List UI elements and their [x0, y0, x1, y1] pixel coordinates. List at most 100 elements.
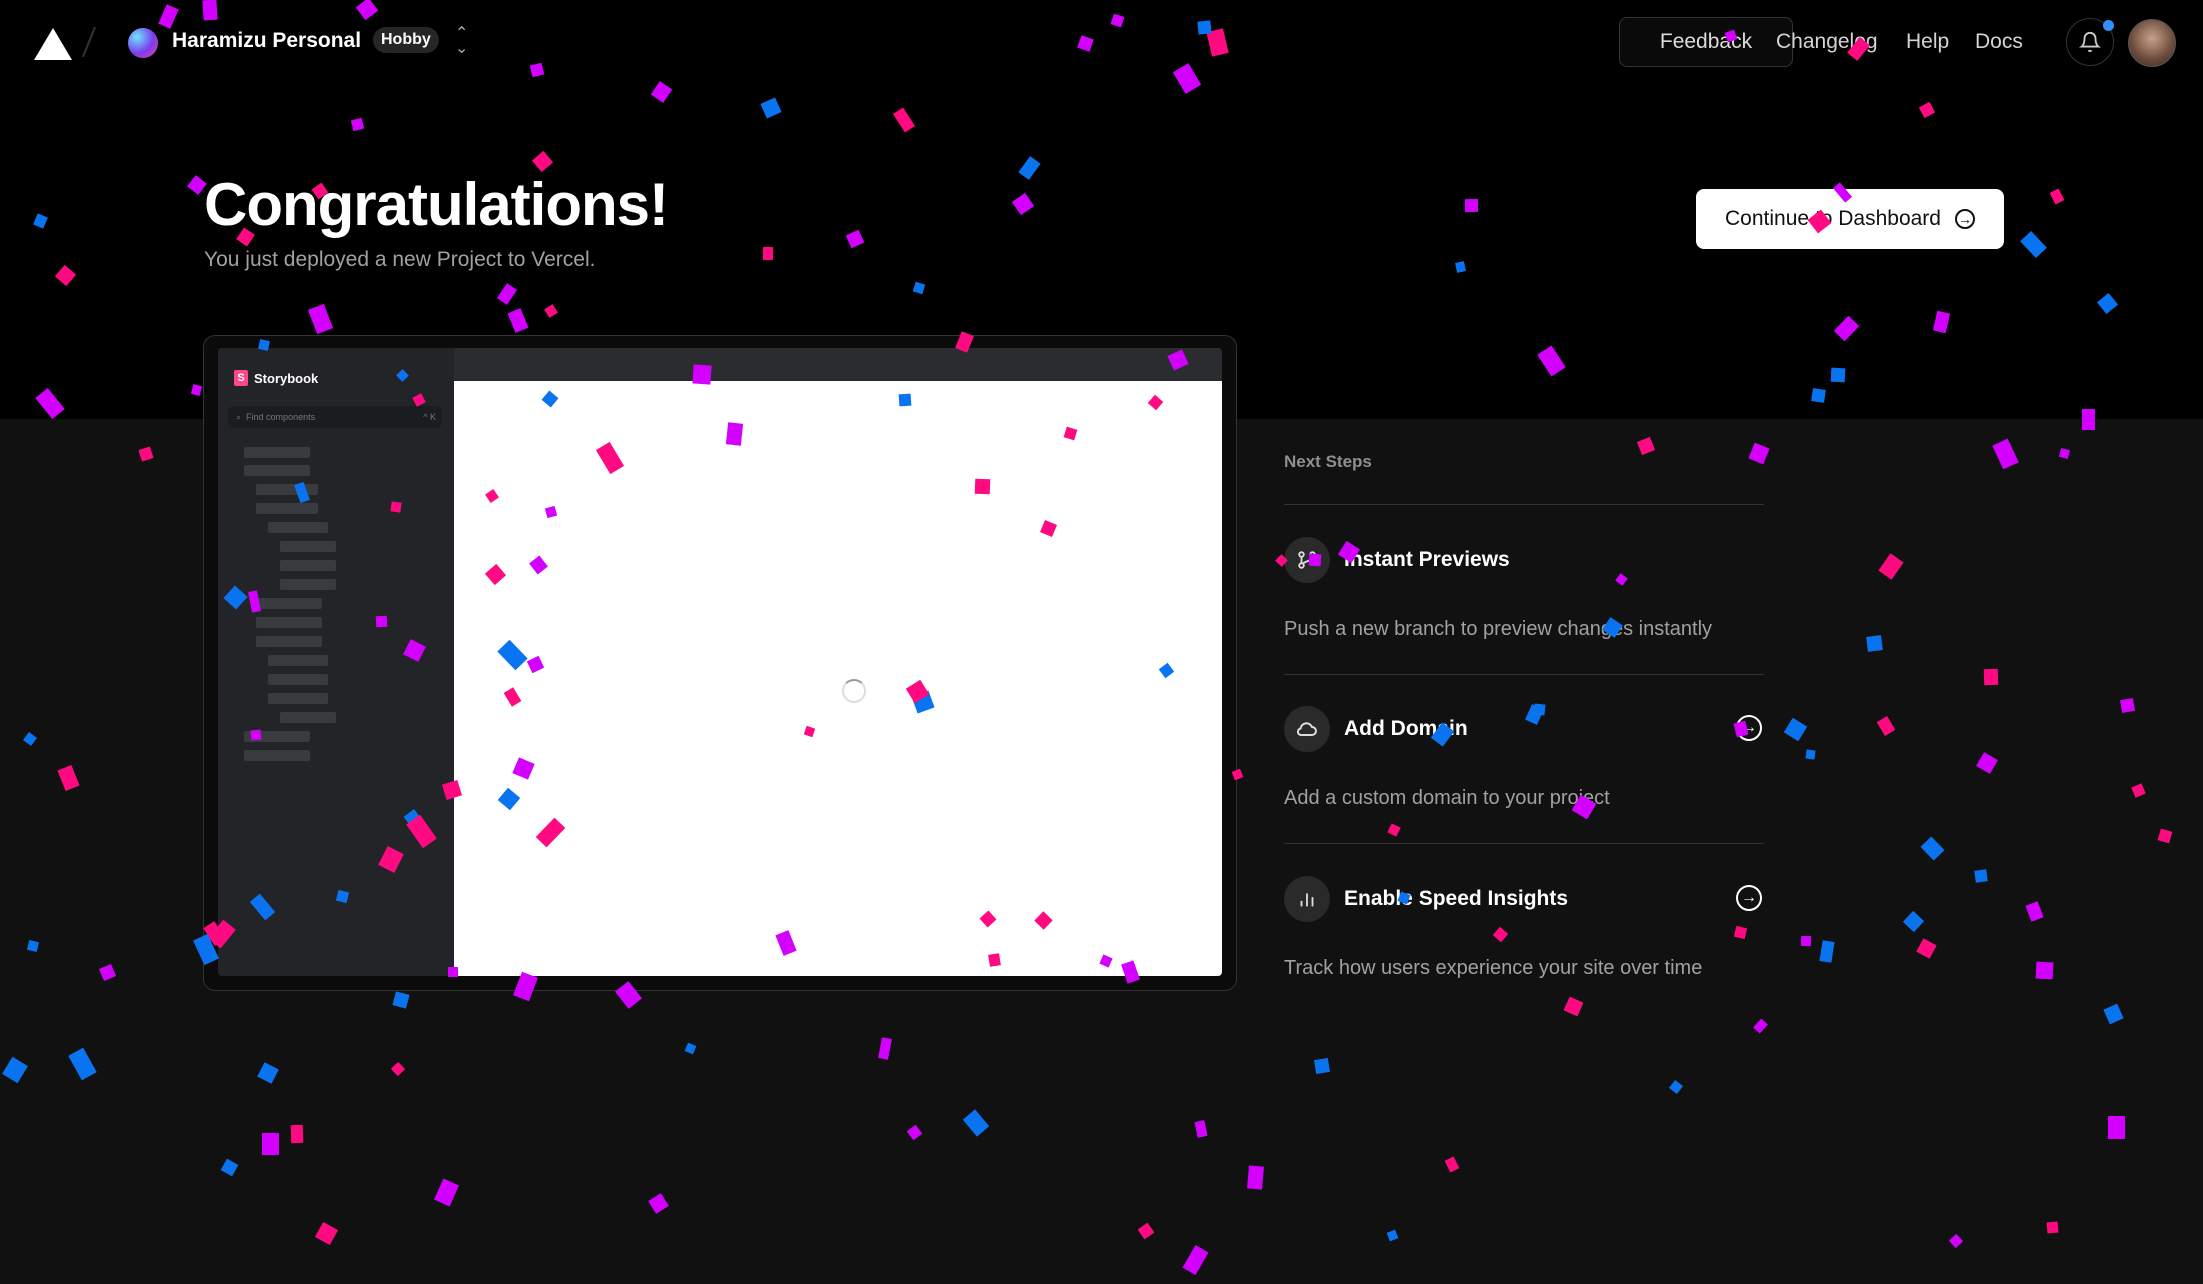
cloud-icon: [1284, 706, 1330, 752]
confetti-piece: [1492, 926, 1509, 943]
notification-dot: [2103, 20, 2114, 31]
sidebar-placeholder: [280, 712, 336, 723]
instant-previews-description: Push a new branch to preview changes ins…: [1284, 618, 1713, 640]
changelog-link[interactable]: Changelog: [1776, 30, 1878, 54]
sidebar-placeholder: [256, 484, 318, 495]
preview-toolbar: [454, 348, 1222, 381]
confetti-piece: [1876, 716, 1896, 736]
confetti-piece: [2059, 448, 2070, 459]
vercel-logo-icon[interactable]: [34, 28, 72, 60]
help-link[interactable]: Help: [1906, 30, 1949, 54]
confetti-piece: [648, 1193, 669, 1214]
search-placeholder: Find components: [246, 412, 316, 422]
page-subtitle: You just deployed a new Project to Verce…: [204, 248, 596, 271]
confetti-piece: [684, 1042, 697, 1055]
confetti-piece: [220, 1158, 239, 1177]
arrow-right-circle-icon: →: [1954, 209, 1975, 229]
storybook-sidebar: S Storybook ⌕ Find components ^ K: [218, 348, 454, 976]
arrow-right-circle-icon: →: [1736, 885, 1762, 911]
confetti-piece: [57, 764, 80, 792]
confetti-piece: [98, 963, 117, 982]
add-domain-title[interactable]: Add Domain: [1344, 717, 1468, 741]
git-branch-icon: [1284, 537, 1330, 583]
confetti-piece: [2025, 901, 2044, 922]
breadcrumb-separator: [82, 26, 96, 58]
confetti-piece: [1525, 704, 1544, 725]
team-name[interactable]: Haramizu Personal: [172, 29, 361, 53]
confetti-piece: [1878, 553, 1904, 580]
confetti-piece: [1800, 935, 1812, 947]
speed-insights-title[interactable]: Enable Speed Insights: [1344, 887, 1568, 911]
confetti-piece: [1668, 1079, 1684, 1095]
deployment-preview[interactable]: S Storybook ⌕ Find components ^ K: [203, 335, 1237, 991]
confetti-piece: [1916, 938, 1937, 959]
feedback-button[interactable]: Feedback: [1619, 17, 1793, 67]
sidebar-placeholder: [280, 579, 336, 590]
confetti-piece: [390, 1061, 406, 1077]
confetti-piece: [1563, 996, 1584, 1017]
add-domain-description: Add a custom domain to your project: [1284, 787, 1610, 809]
page-title: Congratulations!: [204, 171, 669, 238]
confetti-piece: [1976, 752, 1998, 774]
confetti-piece: [1386, 1229, 1399, 1242]
sidebar-placeholder: [256, 636, 322, 647]
instant-previews-title[interactable]: Instant Previews: [1344, 548, 1510, 572]
loading-spinner-icon: [842, 679, 866, 703]
confetti-piece: [26, 939, 40, 953]
confetti-piece: [1194, 1120, 1208, 1138]
confetti-piece: [1866, 635, 1883, 652]
confetti-piece: [1974, 869, 1988, 883]
add-domain-arrow[interactable]: →: [1736, 715, 1762, 741]
sidebar-placeholder: [280, 541, 336, 552]
confetti-piece: [257, 1062, 279, 1084]
preview-screenshot: S Storybook ⌕ Find components ^ K: [218, 348, 1222, 976]
confetti-piece: [1753, 1018, 1768, 1034]
confetti-piece: [1615, 573, 1628, 586]
search-shortcut: ^ K: [423, 412, 436, 422]
plan-badge: Hobby: [373, 27, 439, 53]
chevron-up-down-icon[interactable]: ⌃ ⌄: [455, 26, 468, 57]
confetti-piece: [1182, 1244, 1209, 1276]
arrow-right-circle-icon: →: [1736, 715, 1762, 741]
sidebar-placeholder: [244, 465, 310, 476]
confetti-piece: [906, 1124, 923, 1141]
confetti-piece: [1444, 1156, 1460, 1173]
continue-to-dashboard-button[interactable]: Continue to Dashboard →: [1696, 189, 2004, 249]
confetti-piece: [392, 991, 410, 1009]
confetti-piece: [1733, 925, 1748, 940]
sidebar-placeholder: [244, 447, 310, 458]
confetti-piece: [2046, 1221, 2059, 1234]
speed-insights-arrow[interactable]: →: [1736, 885, 1762, 911]
search-icon: ⌕: [236, 411, 242, 422]
confetti-piece: [2, 1056, 28, 1084]
confetti-piece: [2157, 828, 2173, 844]
sidebar-placeholder: [256, 617, 322, 628]
storybook-name: Storybook: [254, 370, 319, 386]
docs-link[interactable]: Docs: [1975, 30, 2023, 54]
next-steps-heading: Next Steps: [1284, 452, 1372, 471]
sidebar-placeholder: [280, 560, 336, 571]
bar-chart-icon: [1284, 876, 1330, 922]
sidebar-placeholder: [268, 655, 328, 666]
confetti-piece: [1920, 836, 1945, 861]
confetti-piece: [1819, 940, 1835, 963]
confetti-piece: [1313, 1057, 1331, 1075]
confetti-piece: [262, 1133, 279, 1155]
continue-label: Continue to Dashboard: [1725, 207, 1941, 230]
confetti-piece: [1247, 1165, 1264, 1190]
confetti-piece: [68, 1047, 97, 1081]
confetti-piece: [1902, 910, 1925, 933]
confetti-piece: [2103, 1003, 2124, 1025]
storybook-icon: S: [234, 370, 248, 386]
team-avatar[interactable]: [128, 28, 158, 58]
confetti-piece: [1992, 438, 2019, 470]
confetti-piece: [1783, 717, 1808, 742]
confetti-piece: [2108, 1116, 2125, 1139]
sidebar-placeholder: [244, 750, 310, 761]
confetti-piece: [1748, 442, 1770, 465]
divider: [1284, 843, 1764, 844]
sidebar-placeholder: [268, 693, 328, 704]
user-avatar[interactable]: [2128, 19, 2176, 67]
divider: [1284, 674, 1764, 675]
sidebar-placeholder: [268, 522, 328, 533]
